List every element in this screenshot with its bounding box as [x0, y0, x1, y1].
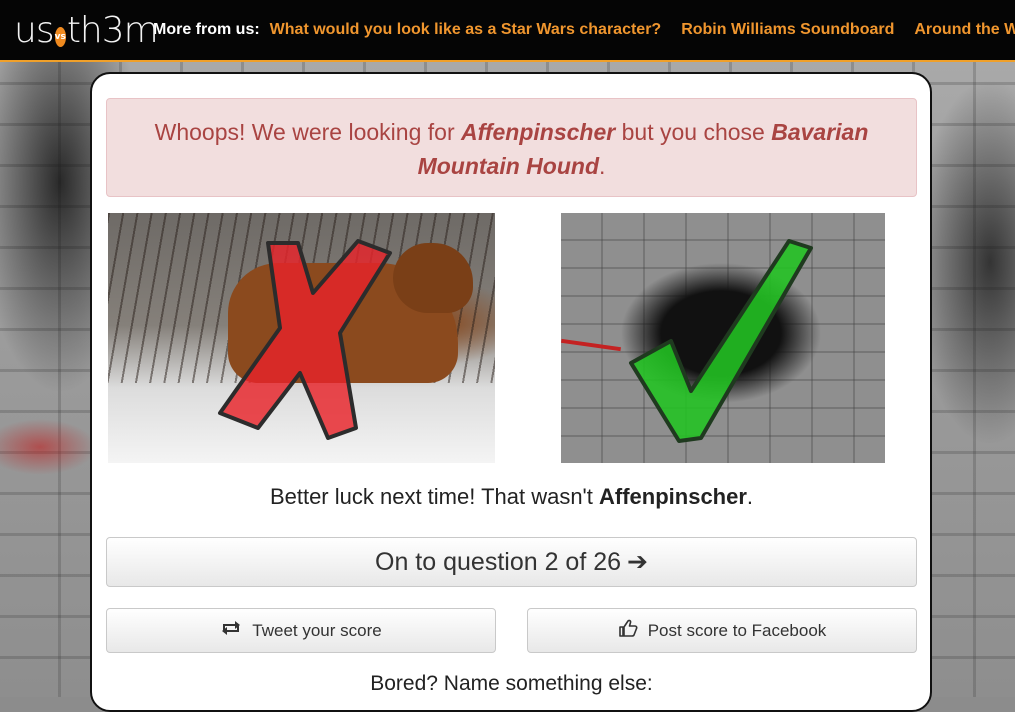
- alert-prefix: Whoops! We were looking for: [154, 119, 455, 145]
- bored-heading: Bored? Name something else:: [370, 672, 653, 695]
- tweet-score-button[interactable]: Tweet your score: [106, 608, 496, 653]
- logo-text-right: th3m: [66, 9, 159, 51]
- more-from-us-label: More from us:: [153, 21, 260, 38]
- logo-text-left: us: [14, 9, 55, 51]
- caption-suffix: .: [746, 484, 754, 509]
- chosen-dog-photo[interactable]: [108, 213, 495, 463]
- next-question-label: On to question 2 of 26: [375, 547, 622, 576]
- nav-link-robin-williams[interactable]: Robin Williams Soundboard: [681, 21, 894, 39]
- nav-link-around-the-world[interactable]: Around the World in 80: [914, 21, 1015, 39]
- alert-suffix: .: [599, 153, 606, 179]
- wrong-x-icon: [218, 239, 392, 440]
- retweet-icon: [220, 620, 242, 641]
- post-facebook-button[interactable]: Post score to Facebook: [527, 608, 917, 653]
- result-caption: Better luck next time! That wasn't Affen…: [106, 484, 917, 510]
- thumbs-up-icon: [618, 619, 638, 642]
- alert-middle: but you chose: [621, 119, 765, 145]
- tweet-score-label: Tweet your score: [252, 620, 382, 640]
- site-logo[interactable]: us vs th3m: [14, 5, 159, 55]
- arrow-right-icon: ➔: [627, 548, 648, 576]
- caption-prefix: Better luck next time! That wasn't: [269, 484, 593, 509]
- next-question-button[interactable]: On to question 2 of 26 ➔: [106, 537, 917, 587]
- correct-dog-photo[interactable]: [561, 213, 885, 463]
- post-facebook-label: Post score to Facebook: [647, 620, 827, 640]
- top-nav-bar: us vs th3m More from us: What would you …: [0, 0, 1015, 62]
- logo-vs-badge: vs: [54, 27, 66, 47]
- result-alert: Whoops! We were looking for Affenpinsche…: [106, 98, 917, 197]
- caption-breed: Affenpinscher: [599, 484, 747, 509]
- checkmark-icon: [629, 239, 813, 443]
- nav-link-star-wars[interactable]: What would you look like as a Star Wars …: [270, 21, 662, 39]
- alert-correct-breed: Affenpinscher: [461, 119, 616, 145]
